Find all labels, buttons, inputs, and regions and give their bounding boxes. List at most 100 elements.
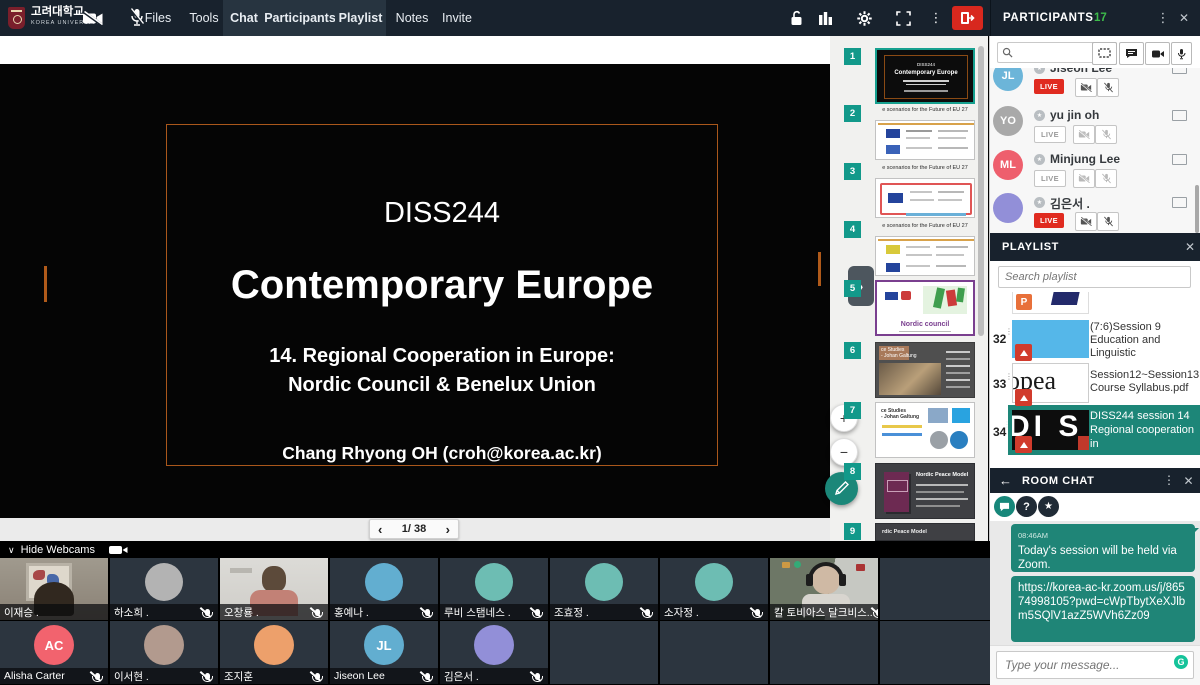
- zoom-out-button[interactable]: −: [830, 438, 858, 466]
- participant-row[interactable]: JL ★ Jiseon Lee LIVE: [990, 68, 1200, 101]
- hide-webcams-toggle[interactable]: ∨ Hide Webcams: [8, 543, 129, 557]
- mute-all-camera-button[interactable]: [1145, 42, 1170, 65]
- thumbnail-scrollbar[interactable]: [978, 46, 984, 336]
- chat-messages: 08:46AM Today's session will be held via…: [990, 521, 1200, 645]
- participants-list: JL ★ Jiseon Lee LIVE YO ★ yu jin oh LIVE…: [990, 68, 1200, 233]
- participant-mic-off-button[interactable]: [1097, 212, 1119, 231]
- webcam-toggle-icon[interactable]: [109, 545, 129, 555]
- webcam-tile[interactable]: 이재승 .: [0, 558, 108, 620]
- monitor-icon[interactable]: [1172, 154, 1187, 165]
- thumbnail-slide-1[interactable]: DISS244 Contemporary Europe: [875, 48, 975, 104]
- playlist-items: P 32 ⋮ (7:6)Session 9 Education and Ling…: [990, 292, 1200, 468]
- drag-handle-icon[interactable]: ⋮: [1005, 375, 1007, 378]
- webcam-tile[interactable]: 오창룡 .: [220, 558, 328, 620]
- drag-handle-icon[interactable]: ⋮: [1003, 423, 1005, 426]
- playlist-item-active[interactable]: 34 ⋮ DI S DISS244 session 14 Regional co…: [990, 405, 1200, 455]
- participant-row[interactable]: ★ 김은서 . LIVE: [990, 189, 1200, 233]
- prev-page-button[interactable]: ‹: [378, 522, 382, 537]
- avatar: [475, 563, 513, 601]
- playlist-item-title: DISS244 session 14 Regional cooperation …: [1090, 409, 1194, 451]
- participants-close-icon[interactable]: ✕: [1177, 11, 1191, 25]
- chat-menu-icon[interactable]: ⋮: [1164, 472, 1174, 488]
- playlist-item[interactable]: 32 ⋮ (7:6)Session 9 Education and Lingui…: [990, 316, 1200, 360]
- stats-icon[interactable]: [815, 9, 835, 27]
- thumbnail-slide-5[interactable]: Nordic council: [875, 280, 975, 336]
- next-page-button[interactable]: ›: [446, 522, 450, 537]
- monitor-icon[interactable]: [1172, 68, 1187, 74]
- thumb-9-number: 9: [844, 523, 861, 540]
- slide-subtitle-1: 14. Regional Cooperation in Europe:: [167, 345, 717, 368]
- participant-camera-off-button[interactable]: [1075, 212, 1097, 231]
- lock-open-icon[interactable]: [787, 9, 805, 27]
- settings-gear-icon[interactable]: [854, 8, 874, 28]
- drag-handle-icon[interactable]: ⋮: [1005, 330, 1007, 333]
- camera-off-icon[interactable]: [80, 8, 106, 28]
- slide-canvas[interactable]: DISS244 Contemporary Europe 14. Regional…: [0, 64, 830, 518]
- webcam-tile[interactable]: 조지훈: [220, 621, 328, 684]
- webcam-tile[interactable]: 칼 토비아스 달크비스...: [770, 558, 878, 620]
- webcam-name: 홍예나 .: [334, 605, 369, 620]
- participant-mic-off-button[interactable]: [1095, 169, 1117, 188]
- tab-files[interactable]: Files: [139, 0, 177, 36]
- thumbnail-slide-6[interactable]: ce Studies- Johan Galtung: [875, 342, 975, 398]
- webcam-tile[interactable]: JL Jiseon Lee: [330, 621, 438, 684]
- chat-tab-messages[interactable]: [994, 496, 1015, 517]
- leave-session-button[interactable]: [952, 6, 983, 30]
- topbar-more-menu[interactable]: ⋮: [929, 8, 943, 28]
- webcam-tile[interactable]: 이서현 .: [110, 621, 218, 684]
- member-star-icon: ★: [1034, 68, 1045, 74]
- webcam-tile[interactable]: 홍예나 .: [330, 558, 438, 620]
- chat-bubble-icon: [999, 502, 1010, 512]
- participants-menu[interactable]: ⋮: [1157, 8, 1169, 28]
- participants-scrollbar[interactable]: [1195, 185, 1199, 233]
- playlist-search-input[interactable]: [998, 266, 1191, 288]
- webcam-tile[interactable]: 하소희 .: [110, 558, 218, 620]
- participant-mic-off-button[interactable]: [1095, 125, 1117, 144]
- thumbnail-slide-4[interactable]: [875, 236, 975, 276]
- webcam-tile[interactable]: 김은서 .: [440, 621, 548, 684]
- participant-camera-off-button[interactable]: [1075, 78, 1097, 97]
- participant-row[interactable]: YO ★ yu jin oh LIVE: [990, 102, 1200, 146]
- participant-camera-off-button[interactable]: [1073, 125, 1095, 144]
- top-bar: 고려대학교 KOREA UNIVERSITY Files Tools Chat …: [0, 0, 1200, 36]
- grammarly-icon[interactable]: G: [1174, 655, 1188, 669]
- participant-name: Jiseon Lee: [1050, 68, 1112, 75]
- participant-mic-off-button[interactable]: [1097, 78, 1119, 97]
- webcam-tile[interactable]: 소자정 .: [660, 558, 768, 620]
- webcam-tile[interactable]: 조효정 .: [550, 558, 658, 620]
- playlist-close-icon[interactable]: ✕: [1183, 240, 1197, 254]
- chat-close-icon[interactable]: ✕: [1182, 474, 1195, 487]
- webcam-tile[interactable]: AC Alisha Carter: [0, 621, 108, 684]
- monitor-icon[interactable]: [1172, 197, 1187, 208]
- mute-all-screen-button[interactable]: [1092, 42, 1117, 65]
- webcam-name: 이재승 .: [4, 605, 39, 620]
- chat-tab-starred[interactable]: ★: [1038, 496, 1059, 517]
- tab-notes[interactable]: Notes: [392, 0, 432, 36]
- participant-camera-off-button[interactable]: [1073, 169, 1095, 188]
- webcam-tile[interactable]: 루비 스탬네스 .: [440, 558, 548, 620]
- thumbnail-slide-7[interactable]: ce Studies- Johan Galtung: [875, 402, 975, 458]
- tab-tools[interactable]: Tools: [184, 0, 224, 36]
- playlist-item[interactable]: 33 ⋮ opea Session12~Session13 Course Syl…: [990, 359, 1200, 403]
- chat-message-link[interactable]: https://korea-ac-kr.zoom.us/j/8657499810…: [1011, 576, 1195, 642]
- participant-row[interactable]: ML ★ Minjung Lee LIVE: [990, 146, 1200, 190]
- mic-off-icon: [535, 609, 540, 616]
- thumb-4-number: 4: [844, 221, 861, 238]
- monitor-icon[interactable]: [1172, 110, 1187, 121]
- tab-playlist[interactable]: Playlist: [335, 0, 386, 36]
- mute-all-chat-button[interactable]: [1119, 42, 1144, 65]
- chat-back-icon[interactable]: ←: [999, 473, 1012, 488]
- thumbnail-slide-3[interactable]: [875, 178, 975, 218]
- chat-message-input[interactable]: [996, 651, 1194, 679]
- thumbnail-slide-2[interactable]: [875, 120, 975, 160]
- chat-tab-help[interactable]: ?: [1016, 496, 1037, 517]
- playlist-item-partial[interactable]: P: [1012, 292, 1089, 314]
- mute-all-mic-button[interactable]: [1171, 42, 1192, 65]
- thumb-8-title: Nordic Peace Model: [916, 472, 968, 478]
- tab-invite[interactable]: Invite: [437, 0, 477, 36]
- tab-chat[interactable]: Chat: [223, 0, 265, 36]
- thumbnail-slide-8[interactable]: Nordic Peace Model: [875, 463, 975, 519]
- tab-participants[interactable]: Participants: [265, 0, 335, 36]
- thumbnail-slide-9[interactable]: rdic Peace Model: [875, 523, 975, 541]
- fullscreen-icon[interactable]: [894, 9, 912, 27]
